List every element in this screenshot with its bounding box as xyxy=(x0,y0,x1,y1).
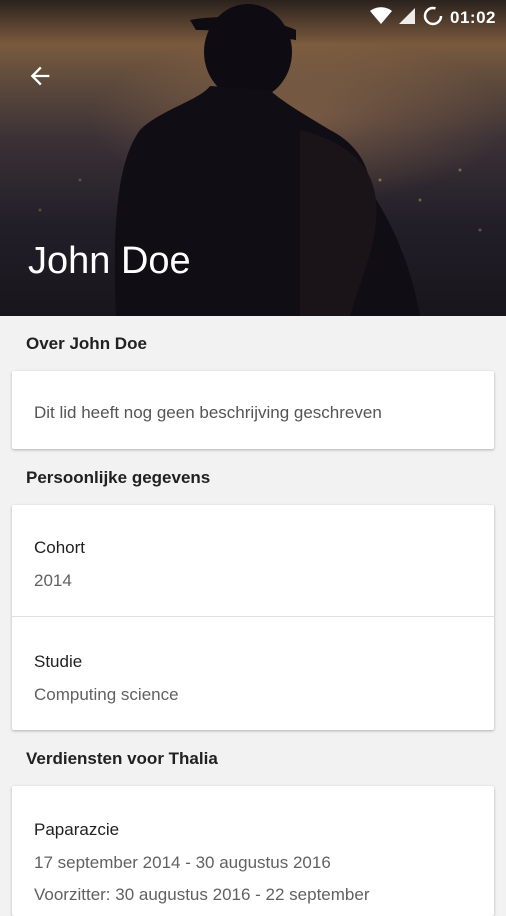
battery-charging-icon xyxy=(422,5,444,32)
about-section-title: Over John Doe xyxy=(26,334,147,353)
profile-header: 01:02 John Doe xyxy=(0,0,506,316)
signal-icon xyxy=(398,7,416,30)
status-bar: 01:02 xyxy=(370,6,496,30)
merit-role-line: Voorzitter: 30 augustus 2016 - 22 septem… xyxy=(34,885,370,904)
about-description: Dit lid heeft nog geen beschrijving gesc… xyxy=(34,403,382,422)
personal-section-title: Persoonlijke gegevens xyxy=(26,468,211,487)
status-time: 01:02 xyxy=(450,8,496,27)
merit-committee-label: Paparazcie xyxy=(34,820,120,839)
arrow-back-icon xyxy=(30,66,50,86)
merit-period-line: 17 september 2014 - 30 augustus 2016 xyxy=(34,853,331,872)
wifi-icon xyxy=(370,6,393,30)
cohort-label: Cohort xyxy=(34,538,86,557)
study-label: Studie xyxy=(34,652,83,671)
merits-section-title: Verdiensten voor Thalia xyxy=(26,749,218,768)
personal-card: Cohort 2014 Studie Computing science xyxy=(12,505,494,730)
divider xyxy=(12,616,494,617)
cohort-value: 2014 xyxy=(34,571,72,590)
profile-name: John Doe xyxy=(28,240,191,282)
back-button[interactable] xyxy=(22,58,58,94)
merits-card: Paparazcie 17 september 2014 - 30 august… xyxy=(12,786,494,916)
study-value: Computing science xyxy=(34,685,179,704)
about-card: Dit lid heeft nog geen beschrijving gesc… xyxy=(12,371,494,449)
